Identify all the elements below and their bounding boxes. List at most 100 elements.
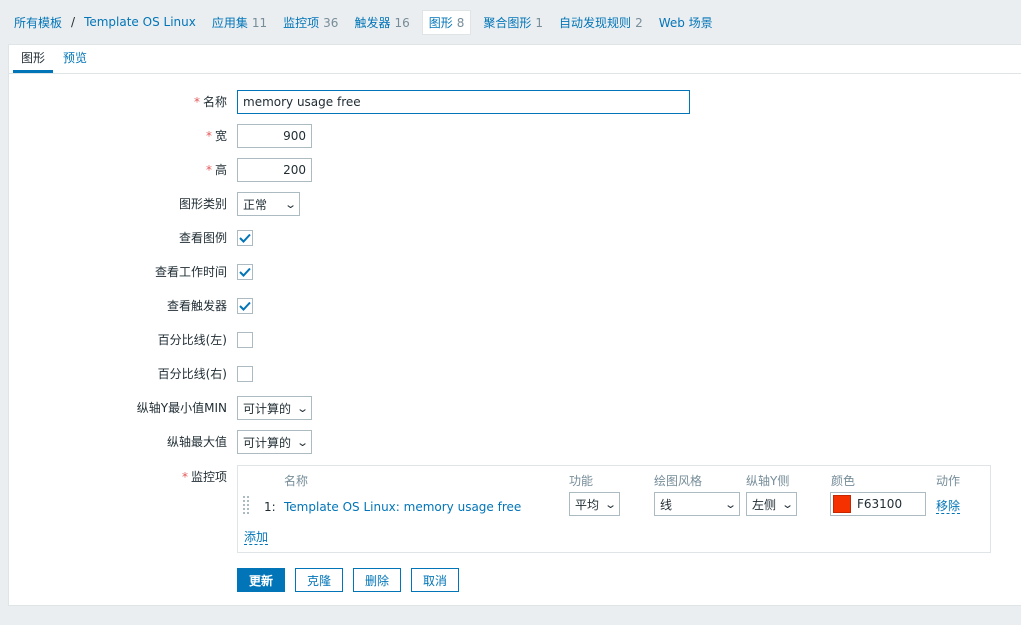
nav-graphs[interactable]: 图形 8 (421, 9, 472, 35)
nav-web-scenarios[interactable]: Web 场景 (651, 14, 721, 31)
name-input[interactable] (237, 90, 690, 114)
chevron-down-icon: ⌄ (780, 497, 794, 511)
color-value[interactable]: F63100 (857, 497, 902, 511)
y-min-select[interactable]: 可计算的 ⌄ (237, 396, 312, 420)
nav-items[interactable]: 监控项 36 (275, 14, 346, 31)
percentile-right-checkbox[interactable] (237, 366, 253, 382)
height-label-text: 高 (214, 163, 227, 177)
nav-triggers-count: 16 (394, 15, 410, 30)
required-mark: * (205, 163, 212, 177)
nav-screens[interactable]: 聚合图形 1 (475, 14, 551, 31)
nav-triggers[interactable]: 触发器 16 (346, 14, 417, 31)
nav-screens-label: 聚合图形 (483, 15, 532, 30)
chevron-down-icon: ⌄ (295, 435, 309, 449)
show-working-time-checkbox[interactable] (237, 264, 253, 280)
form-tabs: 图形 预览 (9, 45, 1021, 74)
color-picker[interactable]: F63100 (830, 492, 926, 516)
color-swatch[interactable] (833, 495, 851, 513)
cancel-button[interactable]: 取消 (411, 568, 459, 592)
percentile-left-label: 百分比线(左) (157, 333, 227, 347)
width-label: * 宽 (9, 124, 227, 148)
row-y-max: 纵轴最大值 可计算的 ⌄ (9, 430, 1021, 454)
check-icon (239, 301, 251, 311)
nav-applications-label: 应用集 (211, 15, 248, 30)
y-max-label: 纵轴最大值 (166, 435, 227, 449)
graph-type-select[interactable]: 正常 ⌄ (237, 192, 300, 216)
percentile-right-label: 百分比线(右) (157, 367, 227, 381)
row-y-min: 纵轴Y最小值MIN 可计算的 ⌄ (9, 396, 1021, 420)
row-show-triggers: 查看触发器 (9, 294, 1021, 318)
width-label-text: 宽 (214, 129, 227, 143)
col-header-action: 动作 (936, 474, 961, 488)
nav-applications-count: 11 (251, 15, 268, 30)
height-label: * 高 (9, 158, 227, 182)
graph-type-label: 图形类别 (178, 197, 227, 211)
items-label: * 监控项 (9, 465, 227, 489)
function-select[interactable]: 平均 ⌄ (569, 492, 620, 516)
breadcrumb: 所有模板 / Template OS Linux 应用集 11 监控项 36 触发器… (0, 0, 1021, 44)
nav-discovery-rules-label: 自动发现规则 (559, 15, 632, 30)
items-table: 名称 功能 绘图风格 纵轴Y侧 颜色 动作 1: Template OS Lin… (237, 465, 991, 553)
col-header-color: 颜色 (831, 474, 856, 488)
nav-web-scenarios-label: Web 场景 (658, 15, 713, 30)
show-triggers-label: 查看触发器 (166, 299, 227, 313)
breadcrumb-all-templates[interactable]: 所有模板 (6, 14, 70, 31)
row-percentile-right: 百分比线(右) (9, 362, 1021, 386)
name-label: * 名称 (9, 90, 227, 114)
col-header-name: 名称 (284, 474, 309, 488)
tab-graph[interactable]: 图形 (13, 45, 54, 73)
required-mark: * (193, 95, 200, 109)
required-mark: * (181, 470, 188, 484)
nav-discovery-rules[interactable]: 自动发现规则 2 (551, 14, 651, 31)
nav-applications[interactable]: 应用集 11 (204, 14, 275, 31)
row-height: * 高 (9, 158, 1021, 182)
row-show-working-time: 查看工作时间 (9, 260, 1021, 284)
chevron-down-icon: ⌄ (295, 401, 309, 415)
col-header-y-axis-side: 纵轴Y侧 (746, 474, 790, 488)
y-max-select[interactable]: 可计算的 ⌄ (237, 430, 312, 454)
row-index: 1: (264, 500, 276, 514)
show-legend-checkbox[interactable] (237, 230, 253, 246)
items-label-text: 监控项 (190, 470, 227, 484)
row-percentile-left: 百分比线(左) (9, 328, 1021, 352)
chevron-down-icon: ⌄ (723, 497, 737, 511)
height-input[interactable] (237, 158, 312, 182)
y-axis-side-select[interactable]: 左侧 ⌄ (746, 492, 797, 516)
delete-button[interactable]: 删除 (353, 568, 401, 592)
tab-preview[interactable]: 预览 (55, 45, 95, 73)
y-axis-side-value: 左侧 (752, 497, 777, 512)
nav-items-count: 36 (323, 15, 339, 30)
col-header-draw-style: 绘图风格 (654, 474, 703, 488)
draw-style-select[interactable]: 线 ⌄ (654, 492, 740, 516)
nav-screens-count: 1 (535, 15, 544, 30)
nav-triggers-label: 触发器 (354, 15, 391, 30)
y-max-value: 可计算的 (243, 435, 292, 450)
row-show-legend: 查看图例 (9, 226, 1021, 250)
row-name: * 名称 (9, 90, 1021, 114)
drag-handle-icon[interactable] (243, 496, 251, 514)
check-icon (239, 267, 251, 277)
nav-graphs-label: 图形 (428, 15, 453, 30)
clone-button[interactable]: 克隆 (295, 568, 343, 592)
show-triggers-checkbox[interactable] (237, 298, 253, 314)
check-icon (239, 233, 251, 243)
row-graph-type: 图形类别 正常 ⌄ (9, 192, 1021, 216)
name-label-text: 名称 (202, 95, 227, 109)
nav-discovery-rules-count: 2 (635, 15, 643, 30)
breadcrumb-template[interactable]: Template OS Linux (76, 15, 204, 29)
percentile-left-checkbox[interactable] (237, 332, 253, 348)
y-min-label: 纵轴Y最小值MIN (136, 401, 227, 415)
function-value: 平均 (575, 497, 600, 512)
width-input[interactable] (237, 124, 312, 148)
add-item-link[interactable]: 添加 (244, 531, 269, 545)
nav-graphs-count: 8 (456, 15, 465, 30)
graph-form-card: 图形 预览 *名称 *宽 *高 图形类别 正常⌄ 查看图例 查看工作时间 查看触… (8, 44, 1021, 606)
update-button[interactable]: 更新 (237, 568, 285, 592)
required-mark: * (205, 129, 212, 143)
item-name-link[interactable]: Template OS Linux: memory usage free (284, 500, 521, 514)
draw-style-value: 线 (660, 497, 673, 512)
remove-item-link[interactable]: 移除 (936, 500, 961, 514)
form-buttons: 更新 克隆 删除 取消 (9, 568, 1021, 592)
show-working-time-label: 查看工作时间 (154, 265, 227, 279)
chevron-down-icon: ⌄ (603, 497, 617, 511)
